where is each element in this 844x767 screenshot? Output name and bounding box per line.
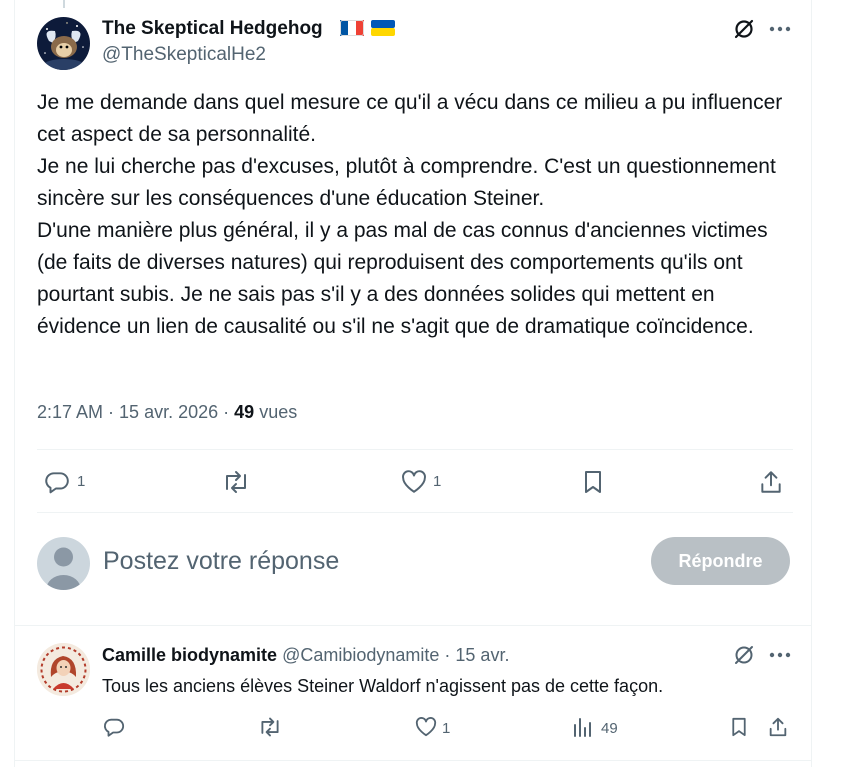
reply-header: Camille biodynamite @Camibiodynamite · 1…	[102, 645, 510, 665]
like-icon[interactable]	[399, 467, 429, 497]
author-handle[interactable]: @TheSkepticalHe2	[102, 43, 266, 67]
author-name[interactable]: The Skeptical Hedgehog	[102, 17, 323, 41]
retweet-icon[interactable]	[220, 467, 252, 497]
grok-icon[interactable]	[731, 16, 757, 42]
tweet-meta: 2:17 AM · 15 avr. 2026 · 49 vues	[37, 402, 298, 422]
thread-connector-line	[63, 0, 65, 8]
analytics-icon[interactable]	[569, 714, 595, 740]
reply-author-avatar[interactable]	[37, 643, 90, 696]
ukraine-flag-icon	[371, 20, 395, 36]
divider	[14, 625, 812, 626]
retweet-icon[interactable]	[256, 714, 284, 740]
reply-icon[interactable]	[42, 467, 72, 497]
reply-button[interactable]: Répondre	[651, 537, 790, 585]
like-count: 1	[433, 473, 442, 490]
tweet-time[interactable]: 2:17 AM	[37, 402, 103, 422]
reply-input[interactable]: Postez votre réponse	[103, 545, 339, 577]
reply-text: Tous les anciens élèves Steiner Waldorf …	[102, 676, 664, 696]
reply-views-count: 49	[601, 720, 618, 737]
views-label: vues	[259, 402, 298, 422]
more-icon[interactable]	[767, 642, 793, 668]
more-icon[interactable]	[767, 16, 793, 42]
reply-icon[interactable]	[101, 714, 127, 740]
reply-author-handle[interactable]: @Camibiodynamite	[282, 645, 439, 665]
divider	[37, 449, 793, 450]
share-icon[interactable]	[756, 467, 786, 497]
divider	[14, 760, 812, 761]
share-icon[interactable]	[765, 714, 791, 740]
tweet-text: Je me demande dans quel mesure ce qu'il …	[37, 91, 783, 338]
reply-date[interactable]: 15 avr.	[455, 645, 509, 665]
reply-count: 1	[77, 473, 86, 490]
france-flag-icon	[340, 20, 364, 36]
author-avatar[interactable]	[37, 17, 90, 70]
reply-author-name[interactable]: Camille biodynamite	[102, 645, 277, 665]
user-avatar[interactable]	[37, 537, 90, 590]
like-icon[interactable]	[413, 714, 439, 740]
views-count: 49	[234, 402, 255, 422]
tweet-date[interactable]: 15 avr. 2026	[119, 402, 218, 422]
divider	[37, 512, 793, 513]
bookmark-icon[interactable]	[726, 714, 752, 740]
grok-icon[interactable]	[731, 642, 757, 668]
reply-like-count: 1	[442, 720, 451, 737]
bookmark-icon[interactable]	[578, 467, 608, 497]
